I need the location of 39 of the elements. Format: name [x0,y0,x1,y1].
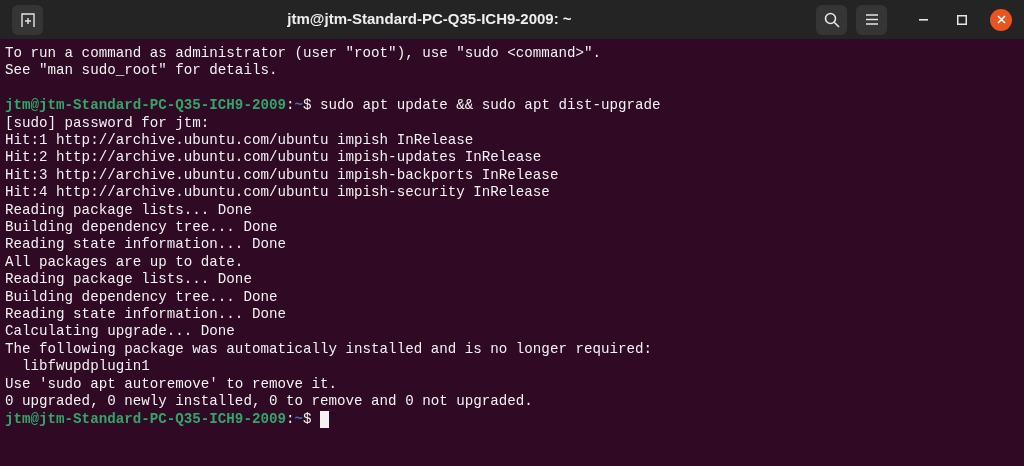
output-line: To run a command as administrator (user "root"), use "sudo <command>". [5,45,601,63]
menu-button[interactable] [856,4,887,35]
window-title: jtm@jtm-Standard-PC-Q35-ICH9-2009: ~ [287,9,572,30]
output-line: See "man sudo_root" for details. [5,62,278,80]
command-text: sudo apt update && sudo apt dist-upgrade [319,97,661,115]
output-line: [sudo] password for jtm: [5,114,210,132]
output-line: libfwupdplugin1 [21,358,150,376]
output-line: Hit:2 http://archive.ubuntu.com/ubuntu impish-updates InRelease [5,149,542,167]
output-line: Hit:4 http://archive.ubuntu.com/ubuntu impish-security InRelease [5,184,550,202]
output-line: Reading package lists... Done [5,271,252,289]
output-line: Hit:1 http://archive.ubuntu.com/ubuntu impish InRelease [5,132,474,150]
close-icon [996,15,1006,24]
output-line: Reading state information... Done [5,306,286,324]
menu-icon [865,14,878,25]
prompt-path: ~ [294,97,303,115]
prompt-user-host: jtm@jtm-Standard-PC-Q35-ICH9-2009 [5,410,286,428]
close-button[interactable] [990,8,1012,31]
search-icon [823,11,840,28]
output-line: Reading package lists... Done [5,201,252,220]
output-line: 0 upgraded, 0 newly installed, 0 to remove and 0 not upgraded. [5,393,533,411]
prompt-symbol: $ [303,410,312,428]
output-line: The following package was automatically installed and is no longer required: [5,340,653,359]
new-tab-button[interactable] [12,4,43,35]
new-tab-icon [19,11,36,28]
minimize-icon [918,18,928,21]
output-line: Calculating upgrade... Done [5,323,235,341]
output-line: Use 'sudo apt autoremove' to remove it. [5,375,338,394]
maximize-icon [957,14,967,25]
search-button[interactable] [816,4,847,35]
output-line: Building dependency tree... Done [5,219,278,237]
output-line: Hit:3 http://archive.ubuntu.com/ubuntu impish-backports InRelease [5,166,559,185]
output-line: All packages are up to date. [5,253,244,272]
prompt-separator: : [285,410,295,428]
output-line: Reading state information... Done [5,236,286,254]
prompt-separator: : [285,97,295,115]
prompt-symbol: $ [303,97,312,115]
prompt-user-host: jtm@jtm-Standard-PC-Q35-ICH9-2009 [5,97,286,115]
prompt-path: ~ [294,410,303,428]
output-line: Building dependency tree... Done [5,288,278,307]
